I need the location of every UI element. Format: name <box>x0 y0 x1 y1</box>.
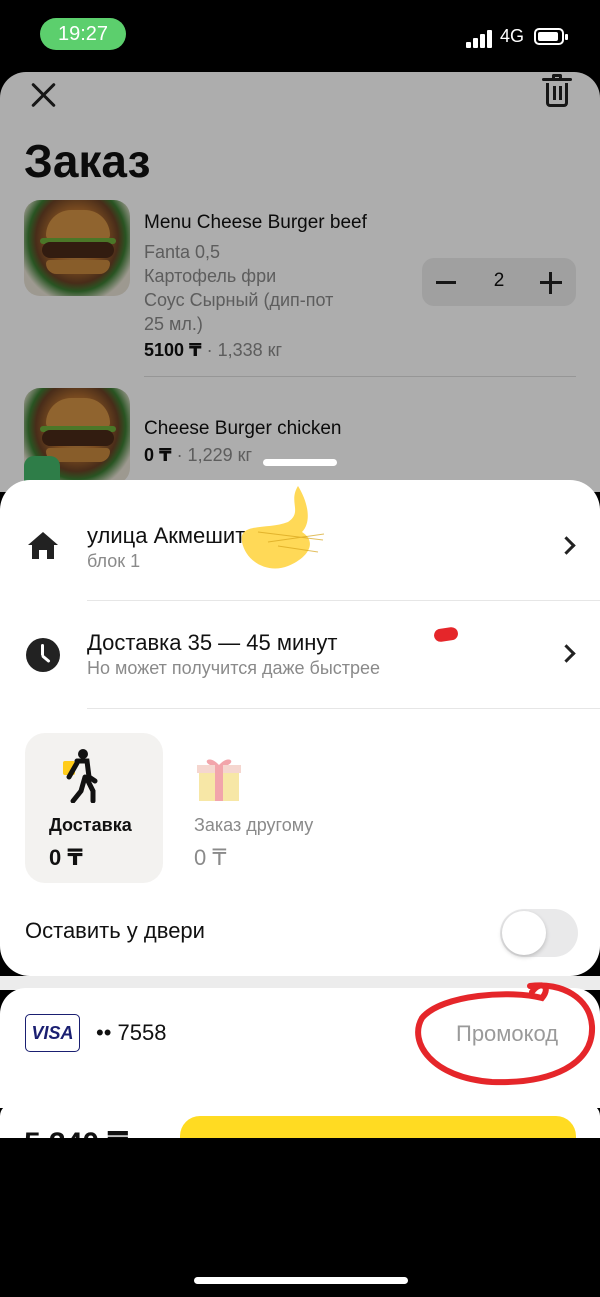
delivery-option-price: 0 ₸ <box>194 845 227 870</box>
battery-icon <box>534 28 568 45</box>
home-icon <box>26 530 60 564</box>
chevron-right-icon <box>557 644 576 663</box>
home-indicator[interactable] <box>194 1277 408 1284</box>
divider <box>87 600 600 601</box>
delivery-option-label: Доставка <box>49 815 132 835</box>
order-total: 5 340 ₸ <box>24 1126 128 1138</box>
checkout-button[interactable] <box>180 1116 576 1138</box>
leave-at-door-label: Оставить у двери <box>25 918 205 943</box>
network-label: 4G <box>500 26 525 46</box>
clock-icon <box>26 638 60 672</box>
status-time: 19:27 <box>40 18 126 50</box>
delivery-time-row[interactable]: Доставка 35 — 45 минут Но может получитс… <box>0 608 600 708</box>
dim-overlay[interactable] <box>0 70 600 550</box>
delivery-option-courier[interactable]: Доставка 0 ₸ <box>25 733 163 883</box>
status-bar: 19:27 4G <box>0 0 600 70</box>
sheet-grabber[interactable] <box>263 459 337 466</box>
divider <box>87 708 600 709</box>
address-title: улица Акмешит <box>87 523 246 548</box>
signal-icon <box>466 28 494 48</box>
delivery-time-subtitle: Но может получится даже быстрее <box>87 658 381 678</box>
toggle-knob <box>502 911 546 955</box>
delivery-option-label: Заказ другому <box>194 815 314 835</box>
checkout-bar: 5 340 ₸ <box>0 1104 600 1138</box>
leave-at-door-toggle[interactable] <box>500 909 578 957</box>
card-number[interactable]: •• 7558 <box>96 1020 166 1046</box>
delivery-option-price: 0 ₸ <box>49 845 83 870</box>
yellow-scribble-annotation <box>241 486 325 569</box>
delivery-time-title: Доставка 35 — 45 минут <box>87 630 338 655</box>
delivery-option-gift[interactable]: Заказ другому 0 ₸ <box>180 733 318 883</box>
chevron-right-icon <box>557 536 576 555</box>
visa-icon[interactable]: VISA <box>25 1014 80 1052</box>
red-circle-annotation <box>415 982 596 1086</box>
gift-icon <box>197 759 241 801</box>
courier-icon <box>63 749 98 803</box>
address-subtitle: блок 1 <box>87 551 141 571</box>
